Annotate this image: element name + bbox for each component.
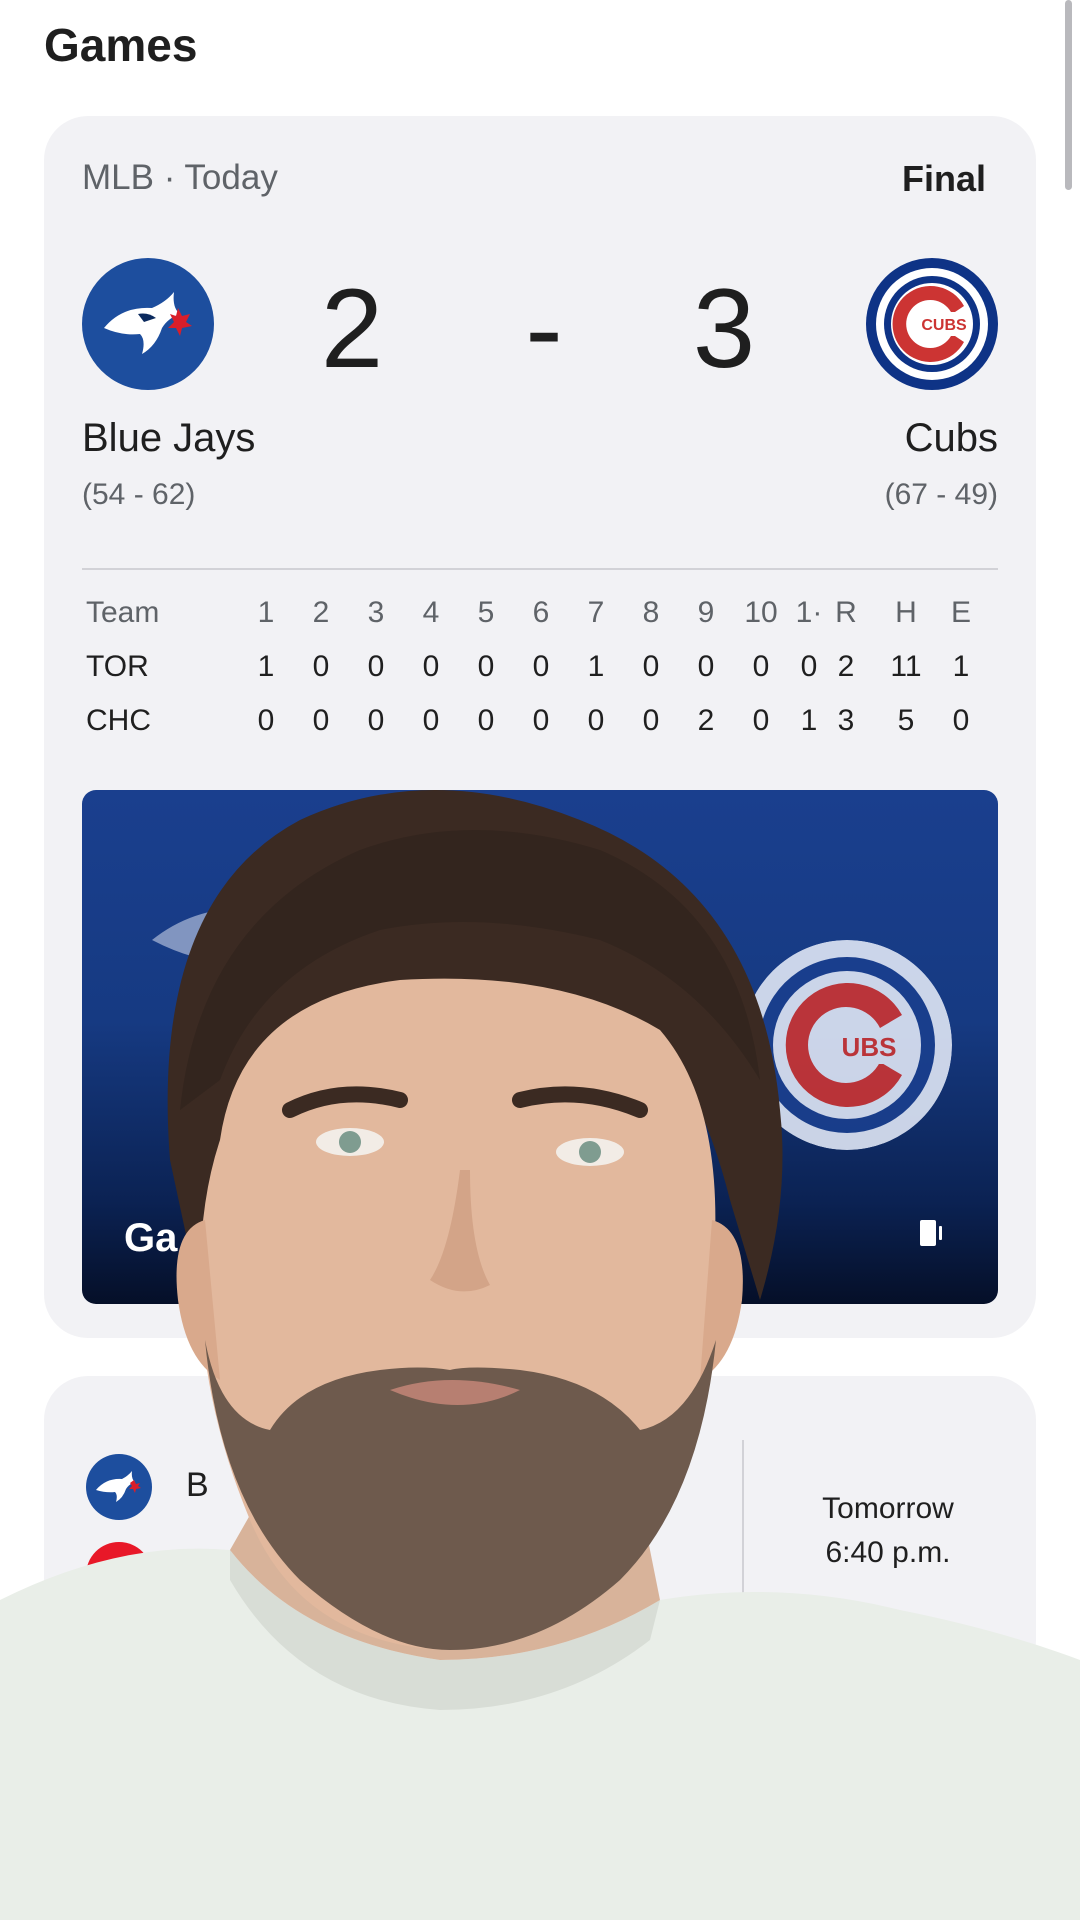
game-status: Final	[901, 158, 986, 199]
runs-total: 3	[837, 704, 855, 737]
linescore-header-row: Team 1 2 3 4 5 6 7 8 9 10 1· R H E	[82, 596, 1002, 650]
scrollbar[interactable]	[1065, 0, 1072, 190]
linescore-team: TOR	[86, 650, 149, 683]
inning-header: 9	[697, 596, 715, 629]
away-score: 2	[320, 266, 384, 391]
inning-score: 0	[642, 704, 660, 737]
inning-score: 1	[257, 650, 275, 683]
linescore-row-home: CHC 0 0 0 0 0 0 0 0 2 0 1 3 5 0	[82, 704, 1002, 758]
home-team-record: (67 - 49)	[884, 478, 998, 511]
linescore-team-header: Team	[86, 596, 160, 629]
inning-score: 1	[587, 650, 605, 683]
inning-header: 3	[367, 596, 385, 629]
errors-header: E	[950, 596, 971, 629]
inning-score: 0	[257, 704, 275, 737]
inning-header: 1	[257, 596, 275, 629]
inning-header: 6	[532, 596, 550, 629]
inning-header: 10	[744, 596, 778, 629]
linescore-team: CHC	[86, 704, 151, 737]
away-team-record: (54 - 62)	[82, 478, 196, 511]
inning-score: 0	[477, 704, 495, 737]
hits-total: 5	[897, 704, 915, 737]
inning-score: 0	[532, 704, 550, 737]
page-title: Games	[44, 19, 198, 71]
inning-header: 7	[587, 596, 605, 629]
away-team-name[interactable]: Blue Jays	[82, 416, 255, 461]
svg-text:CUBS: CUBS	[921, 317, 967, 334]
linescore-row-away: TOR 1 0 0 0 0 0 1 0 0 0 0 2 11 1	[82, 650, 1002, 704]
hits-total: 11	[890, 650, 922, 683]
inning-score: 0	[312, 650, 330, 683]
inning-score: 2	[697, 704, 715, 737]
inning-score: 0	[752, 650, 770, 683]
home-score: 3	[692, 266, 756, 391]
inning-header: 4	[422, 596, 440, 629]
league-date-label: MLB · Today	[82, 158, 278, 197]
inning-header: 2	[312, 596, 330, 629]
errors-total: 1	[952, 650, 970, 683]
blue-jays-logo[interactable]	[82, 258, 214, 390]
inning-score: 0	[697, 650, 715, 683]
inning-score: 0	[752, 704, 770, 737]
errors-total: 0	[952, 704, 970, 737]
presenter-video-overlay	[0, 780, 1080, 1920]
linescore-table: Team 1 2 3 4 5 6 7 8 9 10 1· R H E TOR 1…	[82, 596, 1002, 758]
inning-score: 0	[422, 704, 440, 737]
inning-header: 8	[642, 596, 660, 629]
home-team-name[interactable]: Cubs	[905, 416, 998, 461]
inning-score: 0	[477, 650, 495, 683]
hits-header: H	[895, 596, 917, 629]
inning-header: 5	[477, 596, 495, 629]
cubs-logo[interactable]: CUBS	[866, 258, 998, 390]
inning-score: 0	[642, 650, 660, 683]
inning-score: 0	[312, 704, 330, 737]
inning-score: 0	[532, 650, 550, 683]
runs-header: R	[835, 596, 857, 629]
runs-total: 2	[837, 650, 855, 683]
score-separator: -	[525, 266, 563, 391]
divider	[82, 568, 998, 570]
inning-score: 0	[367, 650, 385, 683]
inning-score: 0	[587, 704, 605, 737]
inning-score: 0	[422, 650, 440, 683]
inning-score: 0	[367, 704, 385, 737]
